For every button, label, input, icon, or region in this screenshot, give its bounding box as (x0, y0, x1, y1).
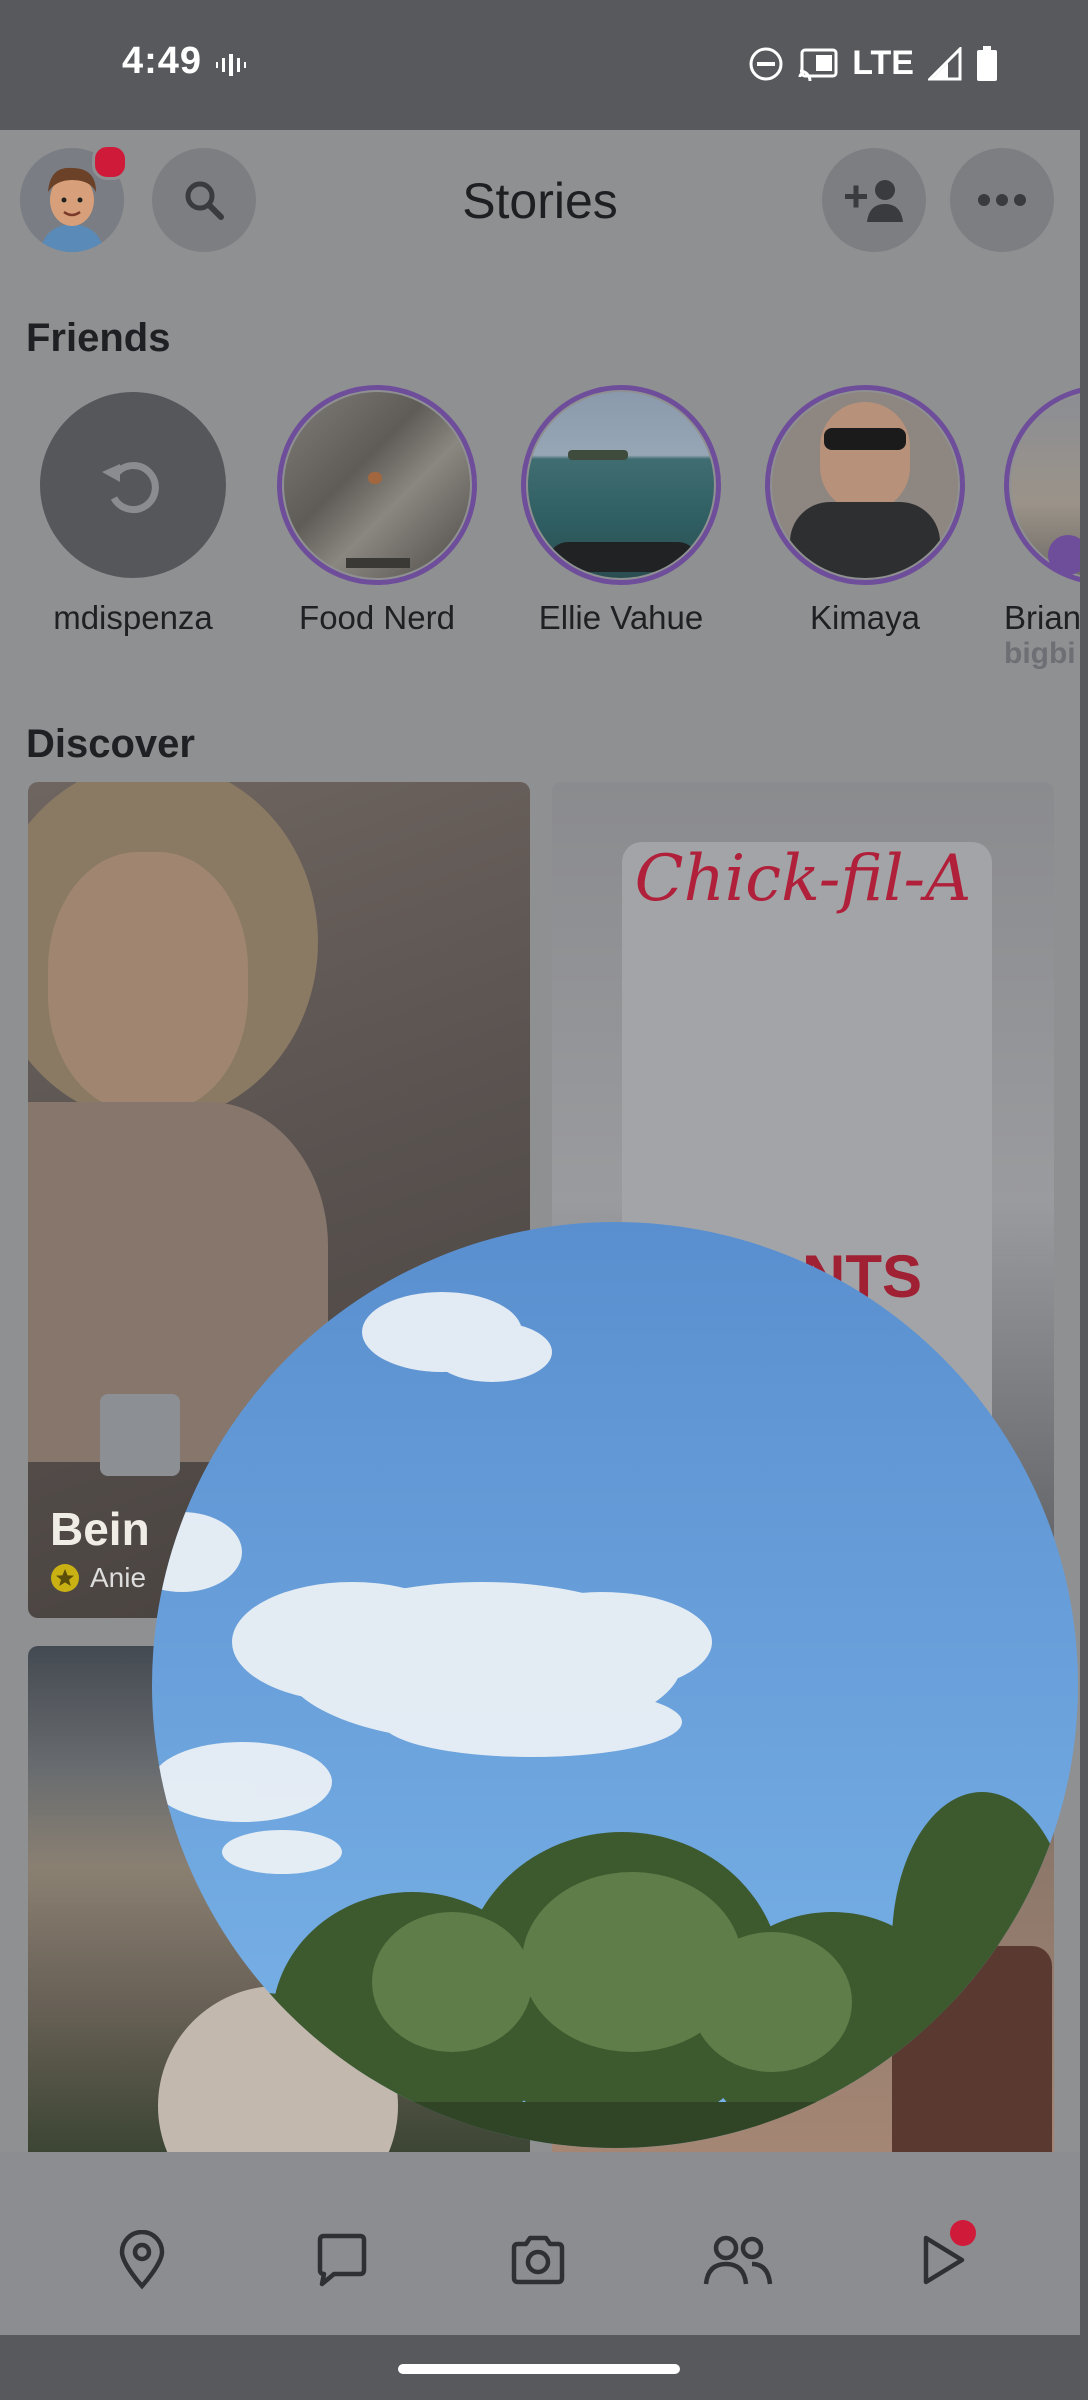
top-bar: Stories (0, 130, 1080, 280)
story-badge (1048, 535, 1080, 575)
story-item[interactable]: Kimaya (760, 385, 970, 637)
do-not-disturb-icon (749, 47, 783, 80)
floating-video-preview[interactable] (152, 1222, 1078, 2148)
signal-icon (928, 46, 962, 80)
story-item[interactable]: Food Nerd (272, 385, 482, 637)
story-name: mdispenza (53, 599, 213, 636)
story-ring (765, 385, 965, 585)
add-friend-button[interactable] (822, 148, 926, 252)
stories-badge (950, 2220, 976, 2246)
brand-logo: Chick-fil-A (634, 842, 972, 916)
sky-trees-preview-image (152, 1222, 1078, 2148)
story-ring (521, 385, 721, 585)
replay-icon (102, 462, 159, 514)
status-bar: 4:49 LTE (0, 0, 1088, 130)
story-name: Brian (1004, 599, 1080, 636)
friends-heading: Friends (26, 316, 171, 360)
story-item[interactable]: mdispenza (28, 385, 238, 637)
story-name: Food Nerd (299, 599, 455, 636)
story-item[interactable]: Brian bigbi (1004, 385, 1080, 671)
cast-icon (798, 48, 838, 81)
vibrate-icon (216, 54, 246, 76)
story-thumbnail (772, 392, 958, 578)
home-handle[interactable] (398, 2364, 680, 2374)
story-item[interactable]: Ellie Vahue (516, 385, 726, 637)
story-thumbnail (528, 392, 714, 578)
stories-screen: Stories Friends mdispenza Food Nerd Elli… (0, 130, 1080, 2335)
battery-icon (977, 45, 997, 81)
card-title: Bein (50, 1503, 150, 1555)
map-pin-icon[interactable] (112, 2230, 172, 2290)
more-options-button[interactable] (950, 148, 1054, 252)
add-friend-icon (845, 180, 903, 222)
edge-strip (1080, 130, 1088, 2335)
friends-icon[interactable] (702, 2230, 774, 2290)
discover-heading: Discover (26, 722, 195, 766)
more-icon (978, 194, 1026, 206)
story-thumbnail (284, 392, 470, 578)
story-name: Ellie Vahue (538, 599, 704, 636)
status-time: 4:49 (122, 40, 203, 82)
story-ring (277, 385, 477, 585)
chat-icon[interactable] (312, 2230, 372, 2290)
network-type: LTE (852, 44, 914, 82)
story-username: bigbi (1004, 637, 1076, 670)
card-subtitle: Anie (50, 1562, 146, 1594)
star-badge-icon (51, 1564, 79, 1592)
story-thumbnail (40, 392, 226, 578)
story-name: Kimaya (809, 599, 921, 636)
camera-icon[interactable] (508, 2230, 568, 2290)
